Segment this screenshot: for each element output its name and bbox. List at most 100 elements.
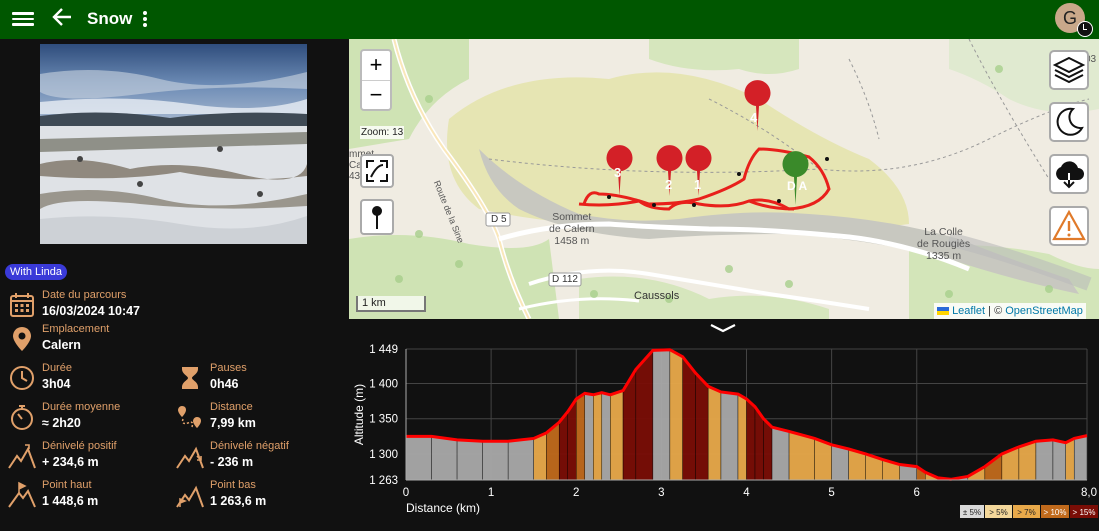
- download-button[interactable]: [1049, 154, 1089, 194]
- add-marker-button[interactable]: [360, 199, 394, 235]
- stat-label: Durée moyenne: [42, 401, 121, 413]
- stat-location: Emplacement Calern: [8, 323, 173, 357]
- stat-label: Durée: [42, 362, 72, 374]
- slope-segment: [652, 349, 671, 481]
- elevation-gain-icon: [8, 444, 36, 469]
- slope-segment: [707, 386, 722, 481]
- stat-label: Emplacement: [42, 323, 110, 335]
- place-label-sommet-calern: Sommet de Calern 1458 m: [549, 211, 595, 247]
- x-tick-label: 4: [743, 487, 750, 499]
- moon-icon: [1056, 107, 1084, 136]
- stat-high-point: Point haut 1 448,6 m: [8, 479, 173, 513]
- slope-segment: [482, 441, 509, 481]
- companion-tag[interactable]: With Linda: [5, 264, 67, 280]
- clock-icon: [10, 366, 34, 390]
- y-tick-label: 1 400: [369, 379, 398, 391]
- slope-segment: [431, 436, 458, 481]
- collapse-handle[interactable]: [349, 319, 1099, 339]
- stat-low-point: Point bas 1 263,6 m: [176, 479, 341, 513]
- slope-segment: [593, 392, 602, 481]
- stat-label: Dénivelé négatif: [210, 440, 289, 452]
- hamburger-menu-icon[interactable]: [12, 9, 34, 29]
- slope-segment: [771, 426, 790, 481]
- place-label-colle-rougies: La Colle de Rougiès 1335 m: [917, 226, 971, 262]
- stat-duration: Durée 3h04: [8, 362, 173, 396]
- slope-segment: [610, 390, 624, 481]
- leaflet-link[interactable]: Leaflet: [952, 305, 985, 317]
- fit-bounds-button[interactable]: [360, 154, 394, 188]
- map-tiles[interactable]: [349, 39, 1099, 319]
- zoom-control: + −: [360, 49, 392, 111]
- slope-segment: [601, 392, 611, 481]
- slope-segment: [507, 438, 534, 481]
- marker-4-label[interactable]: 4: [750, 110, 757, 125]
- stat-distance: Distance 7,99 km: [176, 401, 341, 435]
- start-end-marker-label[interactable]: D A: [787, 179, 807, 193]
- expand-corners-icon: [366, 160, 388, 182]
- osm-link[interactable]: OpenStreetMap: [1005, 305, 1083, 317]
- stat-label: Point bas: [210, 479, 256, 491]
- activity-photo[interactable]: [40, 44, 307, 244]
- place-label-caussols: Caussols: [634, 290, 680, 302]
- slope-segment: [669, 349, 683, 481]
- marker-1-label[interactable]: 1: [694, 177, 701, 192]
- x-tick-label: 1: [488, 487, 494, 499]
- low-point-icon: [176, 485, 204, 508]
- x-tick-label: 2: [573, 487, 579, 499]
- stat-label: Pauses: [210, 362, 247, 374]
- night-mode-button[interactable]: [1049, 102, 1089, 142]
- map-scale: 1 km: [356, 296, 426, 312]
- slope-segment: [1074, 435, 1088, 481]
- elevation-chart[interactable]: 1 263 1 300 1 350 1 400 1 449 0 1 2 3 4 5 6 8,0 Dista…: [349, 339, 1099, 526]
- slope-segment: [576, 392, 585, 481]
- road-label-d5: D 5: [491, 214, 507, 225]
- slope-segment: [533, 432, 547, 481]
- page-title: Snow: [87, 9, 133, 28]
- slope-segment: [695, 372, 709, 481]
- cloud-download-icon: [1056, 161, 1084, 189]
- elevation-profile[interactable]: 1 263 1 300 1 350 1 400 1 449 0 1 2 3 4 5 6 8,0 Dista…: [349, 339, 1099, 526]
- x-tick-label: 5: [828, 487, 834, 499]
- layers-button[interactable]: [1049, 50, 1089, 90]
- activity-details-panel: With Linda Date du parcours 16/03/2024 1…: [0, 39, 348, 526]
- app-bar: Snow G: [0, 0, 1099, 39]
- zoom-out-button[interactable]: −: [362, 80, 390, 109]
- stat-elev-loss: Dénivelé négatif - 236 m: [176, 440, 341, 474]
- slope-segment: [584, 393, 594, 481]
- marker-3-label[interactable]: 3: [614, 165, 621, 180]
- road-label-d112: D 112: [552, 274, 578, 285]
- legend-label: > 10%: [1044, 508, 1067, 517]
- stat-value: - 236 m: [210, 455, 254, 469]
- stat-value: 1 448,6 m: [42, 494, 99, 508]
- slope-segment: [831, 444, 849, 481]
- marker-2-label[interactable]: 2: [665, 177, 672, 192]
- stopwatch-icon: [11, 405, 33, 430]
- slope-segment: [737, 393, 747, 481]
- x-tick-label: 0: [403, 487, 409, 499]
- slope-segment: [1065, 438, 1075, 481]
- slope-segment: [984, 453, 1003, 481]
- y-tick-label: 1 350: [369, 414, 398, 426]
- route-icon: [178, 406, 201, 428]
- back-arrow-icon[interactable]: [51, 6, 73, 30]
- route-map[interactable]: 4 3 2 1 D A Sommet de Calern 1458 m La Col…: [349, 39, 1099, 319]
- stat-date: Date du parcours 16/03/2024 10:47: [8, 289, 173, 323]
- stat-pauses: Pauses 0h46: [176, 362, 341, 396]
- pin-icon: [372, 206, 382, 229]
- stat-elev-gain: Dénivelé positif + 234,6 m: [8, 440, 173, 474]
- calendar-icon: [10, 293, 34, 317]
- map-attribution: Leaflet | © OpenStreetMap: [934, 303, 1086, 319]
- zoom-in-button[interactable]: +: [362, 51, 390, 80]
- legend-label: > 15%: [1073, 508, 1096, 517]
- y-axis-label: Altitude (m): [352, 384, 366, 445]
- slope-segment: [682, 356, 696, 481]
- slope-segment: [720, 391, 739, 481]
- ukraine-flag-icon: [937, 307, 949, 316]
- clock-badge-icon: [1077, 21, 1093, 37]
- stat-value: 7,99 km: [210, 416, 256, 430]
- layers-icon: [1052, 56, 1086, 84]
- stat-label: Dénivelé positif: [42, 440, 117, 452]
- slope-segment: [405, 436, 432, 481]
- warning-button[interactable]: [1049, 206, 1089, 246]
- more-vert-icon[interactable]: [142, 9, 148, 29]
